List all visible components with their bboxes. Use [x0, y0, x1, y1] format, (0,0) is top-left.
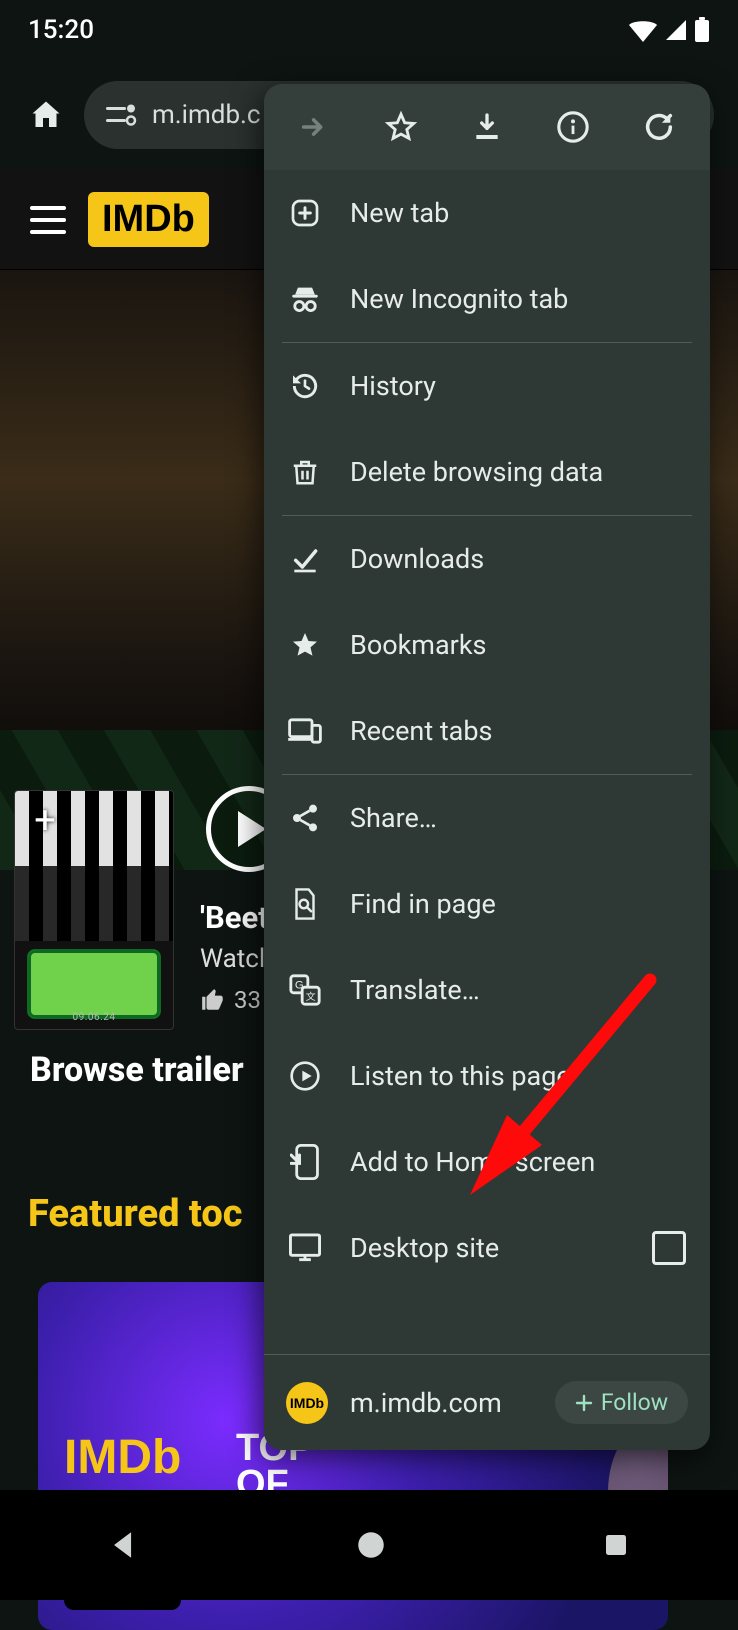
cell-signal-icon [664, 18, 688, 42]
site-menu-button[interactable] [30, 206, 66, 234]
site-favicon: IMDb [286, 1382, 328, 1424]
desktop-site-checkbox[interactable] [652, 1231, 686, 1265]
page-info-button[interactable] [530, 84, 616, 170]
clock: 15:20 [28, 15, 94, 45]
menu-downloads[interactable]: Downloads [264, 516, 710, 602]
play-circle-icon [286, 1060, 324, 1092]
menu-delete-data[interactable]: Delete browsing data [264, 429, 710, 515]
featured-today-heading: Featured toc [28, 1192, 243, 1236]
menu-desktop-site[interactable]: Desktop site [264, 1205, 710, 1291]
find-in-page-icon [286, 887, 324, 921]
menu-find-in-page[interactable]: Find in page [264, 861, 710, 947]
star-filled-icon [286, 629, 324, 661]
status-icons [628, 17, 710, 43]
forward-icon [298, 110, 332, 144]
share-icon [286, 802, 324, 834]
svg-text:文: 文 [306, 990, 316, 1003]
add-to-watchlist-button[interactable]: + [23, 799, 67, 843]
bookmark-button[interactable] [358, 84, 444, 170]
movie-poster[interactable]: 09.06.24 + [14, 790, 174, 1030]
browse-trailers-heading[interactable]: Browse trailer [30, 1050, 244, 1090]
reload-button[interactable] [616, 84, 702, 170]
hero-subtitle: Watcl [200, 944, 265, 974]
menu-history[interactable]: History [264, 343, 710, 429]
home-icon [28, 97, 64, 133]
follow-button[interactable]: Follow [555, 1381, 688, 1424]
home-button[interactable] [24, 93, 68, 137]
forward-button[interactable] [272, 84, 358, 170]
nav-home-button[interactable] [354, 1528, 388, 1562]
url-text: m.imdb.c [152, 100, 261, 130]
thumbs-up-icon [200, 987, 226, 1013]
add-to-home-icon [286, 1144, 324, 1180]
imdb-logo[interactable]: IMDb [88, 192, 209, 247]
desktop-icon [286, 1232, 324, 1264]
new-tab-icon [286, 197, 324, 229]
menu-translate[interactable]: G文 Translate… [264, 947, 710, 1033]
likes-count: 33 [200, 986, 261, 1014]
menu-incognito[interactable]: New Incognito tab [264, 256, 710, 342]
nav-back-button[interactable] [107, 1528, 141, 1562]
incognito-icon [286, 282, 324, 316]
browser-overflow-menu: New tab New Incognito tab History Delete… [264, 84, 710, 1450]
svg-text:G: G [295, 980, 304, 992]
menu-share[interactable]: Share… [264, 775, 710, 861]
devices-icon [286, 717, 324, 745]
hamburger-icon [30, 206, 66, 234]
poster-date: 09.06.24 [73, 1012, 116, 1023]
menu-footer: IMDb m.imdb.com Follow [264, 1354, 710, 1450]
menu-recent-tabs[interactable]: Recent tabs [264, 688, 710, 774]
menu-top-row [264, 84, 710, 170]
history-icon [286, 370, 324, 402]
wifi-icon [628, 18, 658, 42]
info-icon [556, 110, 590, 144]
star-outline-icon [384, 110, 418, 144]
menu-new-tab[interactable]: New tab [264, 170, 710, 256]
reload-icon [642, 110, 676, 144]
system-navbar [0, 1490, 738, 1600]
site-domain: m.imdb.com [350, 1387, 502, 1419]
nav-recents-button[interactable] [601, 1530, 631, 1560]
battery-icon [694, 17, 710, 43]
downloads-check-icon [286, 543, 324, 575]
download-button[interactable] [444, 84, 530, 170]
download-icon [471, 110, 503, 144]
menu-bookmarks[interactable]: Bookmarks [264, 602, 710, 688]
plus-icon [575, 1394, 593, 1412]
card-brand: IMDb [64, 1430, 181, 1485]
site-settings-icon [106, 104, 138, 126]
hero-title: 'Beet [200, 898, 269, 938]
menu-add-to-home[interactable]: Add to Home screen [264, 1119, 710, 1205]
translate-icon: G文 [286, 973, 324, 1007]
menu-listen[interactable]: Listen to this page [264, 1033, 710, 1119]
status-bar: 15:20 [0, 0, 738, 60]
trash-icon [286, 455, 324, 489]
